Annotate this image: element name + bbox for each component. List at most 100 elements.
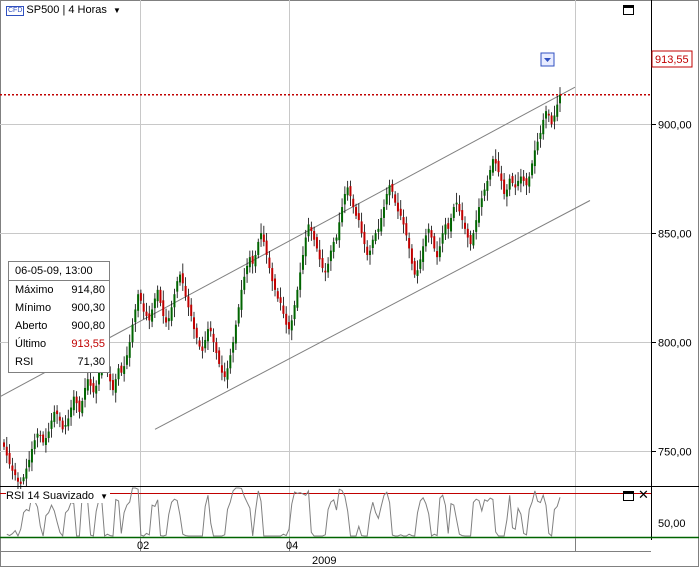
close-icon[interactable]: ✕ (638, 488, 649, 501)
data-row-high: Máximo 914,80 (15, 284, 105, 296)
candle-body (324, 270, 327, 273)
price-tick-label: 800,00 (658, 338, 692, 350)
chevron-down-icon[interactable]: ▼ (100, 492, 108, 501)
candle-body (120, 365, 123, 373)
price-axis[interactable]: 750,00 800,00 850,00 900,00 (651, 120, 692, 459)
candle-body (545, 111, 548, 119)
candle-body (483, 189, 486, 196)
candle-body (206, 329, 209, 342)
maximize-icon[interactable] (623, 5, 634, 15)
chart-title[interactable]: CFD SP500 | 4 Horas ▼ (6, 3, 121, 17)
candle-body (151, 309, 154, 322)
rsi-maximize-icon[interactable] (623, 491, 634, 501)
candle-body (58, 416, 61, 421)
candle-body (547, 113, 550, 116)
candle-body (148, 313, 151, 321)
candle-body (165, 317, 168, 323)
candle-body (204, 339, 207, 349)
candle-body (410, 248, 413, 264)
candle-body (486, 180, 489, 191)
candle-body (237, 307, 240, 324)
price-tick-label: 900,00 (658, 120, 692, 132)
candle-body (299, 272, 302, 290)
candle-body (134, 309, 137, 323)
candle-body (97, 372, 100, 385)
candle-body (550, 115, 553, 125)
candle-body (84, 387, 87, 400)
rsi-panel-title[interactable]: RSI 14 Suavizado ▼ (6, 489, 111, 503)
candle-body (329, 250, 332, 262)
candle-body (33, 440, 36, 449)
data-row-low: Mínimo 900,30 (15, 302, 105, 314)
candle-body (223, 371, 226, 378)
candle-body (232, 342, 235, 353)
candle-body (72, 396, 75, 411)
candle-body (438, 246, 441, 258)
candle-body (243, 276, 246, 290)
candle-body (114, 379, 117, 393)
candle-body (466, 228, 469, 238)
candle-body (424, 235, 427, 247)
candle-body (142, 303, 145, 312)
candle-body (95, 385, 98, 394)
candle-body (480, 198, 483, 208)
candle-body (477, 207, 480, 223)
trend-channel[interactable] (0, 86, 591, 430)
time-axis[interactable]: 02 04 2009 (137, 538, 576, 567)
candle-body (405, 223, 408, 236)
candle-body (215, 342, 218, 354)
candle-body (458, 203, 461, 212)
candle-body (11, 465, 14, 471)
candle-body (218, 350, 221, 364)
candle-body (3, 442, 5, 447)
candle-body (491, 159, 494, 173)
candle-body (285, 313, 288, 325)
chevron-down-icon[interactable]: ▼ (113, 6, 121, 15)
candle-body (240, 289, 243, 310)
channel-lower-line (154, 200, 591, 430)
candle-body (461, 210, 464, 221)
candle-body (436, 251, 439, 258)
candle-body (53, 411, 56, 422)
price-alert-marker[interactable] (540, 52, 555, 67)
candle-body (50, 420, 53, 429)
candle-body (70, 407, 73, 418)
candle-body (153, 298, 156, 309)
candle-body (519, 176, 522, 184)
candle-body (234, 324, 237, 344)
time-tick-label: 02 (137, 540, 149, 552)
candle-body (226, 368, 229, 380)
candle-body (528, 176, 531, 187)
candle-body (248, 257, 251, 268)
candle-body (198, 340, 201, 347)
candle-body (19, 481, 22, 484)
candle-body (391, 183, 394, 192)
candle-body (61, 420, 64, 430)
candle-body (301, 254, 304, 270)
candle-body (416, 270, 419, 276)
candle-body (394, 194, 397, 203)
candle-body (315, 237, 318, 249)
candle-body (170, 307, 173, 321)
candle-body (380, 217, 383, 232)
candle-body (352, 198, 355, 208)
candle-body (117, 368, 120, 380)
candle-body (508, 178, 511, 190)
rsi-tick-label: 50,00 (658, 518, 686, 530)
candle-body (500, 173, 503, 181)
candle-body (335, 237, 338, 241)
candle-body (531, 163, 534, 176)
candle-body (212, 333, 215, 343)
candle-body (366, 246, 369, 255)
cfd-badge: CFD (6, 6, 25, 16)
year-label: 2009 (312, 555, 336, 567)
candle-body (265, 240, 268, 255)
candle-body (30, 448, 33, 463)
candle-body (187, 296, 190, 308)
candle-body (536, 141, 539, 151)
candle-body (78, 400, 81, 412)
candle-body (469, 234, 472, 245)
candle-body (332, 241, 335, 252)
candle-body (109, 373, 112, 382)
candle-body (374, 233, 377, 242)
